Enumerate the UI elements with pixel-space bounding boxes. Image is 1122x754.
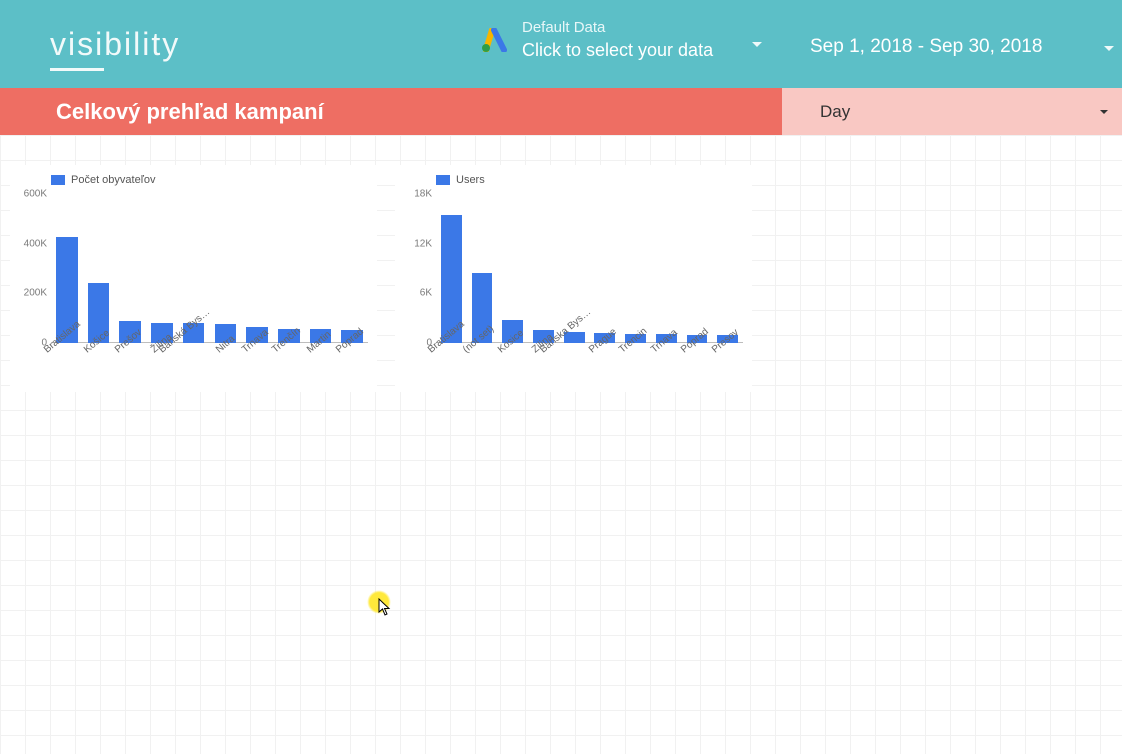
legend-swatch-icon xyxy=(51,175,65,185)
y-tick: 6K xyxy=(420,288,432,299)
datasource-selector[interactable]: Default Data Click to select your data xyxy=(482,18,713,63)
brand-part-2: bility xyxy=(104,26,180,63)
y-tick: 600K xyxy=(24,189,47,200)
date-range-text: Sep 1, 2018 - Sep 30, 2018 xyxy=(810,36,1042,57)
y-tick: 18K xyxy=(414,189,432,200)
y-tick: 12K xyxy=(414,238,432,249)
report-canvas[interactable]: Počet obyvateľov 0200K400K600K Bratislav… xyxy=(0,135,1122,754)
datasource-text: Default Data Click to select your data xyxy=(522,18,713,63)
top-header: visibility Default Data Click to select … xyxy=(0,0,1122,88)
section-title: Celkový prehľad kampaní xyxy=(56,99,324,125)
chevron-down-icon xyxy=(1100,110,1108,114)
legend: Počet obyvateľov xyxy=(51,174,156,186)
granularity-label: Day xyxy=(820,102,850,122)
chevron-down-icon xyxy=(1104,46,1114,51)
y-tick: 400K xyxy=(24,238,47,249)
y-axis: 0200K400K600K xyxy=(11,194,51,343)
date-range-picker[interactable]: Sep 1, 2018 - Sep 30, 2018 xyxy=(810,36,1042,58)
chart-population[interactable]: Počet obyvateľov 0200K400K600K Bratislav… xyxy=(10,165,377,392)
legend-label: Počet obyvateľov xyxy=(71,174,156,186)
legend: Users xyxy=(436,174,485,186)
granularity-select[interactable]: Day xyxy=(782,88,1122,135)
plot-area xyxy=(436,194,743,343)
plot-area xyxy=(51,194,368,343)
cursor-icon xyxy=(378,598,392,616)
x-axis: BratislavaKošicePrešovŽilinaBanská Bys…N… xyxy=(51,343,368,391)
x-axis: Bratislava(not set)KosiceZilinaBanska By… xyxy=(436,343,743,391)
section-titlebar: Celkový prehľad kampaní Day xyxy=(0,88,1122,135)
y-axis: 06K12K18K xyxy=(396,194,436,343)
legend-label: Users xyxy=(456,174,485,186)
brand-part-1: visi xyxy=(50,26,104,63)
brand-logo: visibility xyxy=(50,26,180,63)
legend-swatch-icon xyxy=(436,175,450,185)
google-ads-icon xyxy=(482,28,508,52)
datasource-line2: Click to select your data xyxy=(522,38,713,62)
y-tick: 200K xyxy=(24,288,47,299)
datasource-line1: Default Data xyxy=(522,18,713,38)
chart-users[interactable]: Users 06K12K18K Bratislava(not set)Kosic… xyxy=(395,165,752,392)
chevron-down-icon[interactable] xyxy=(752,42,762,47)
